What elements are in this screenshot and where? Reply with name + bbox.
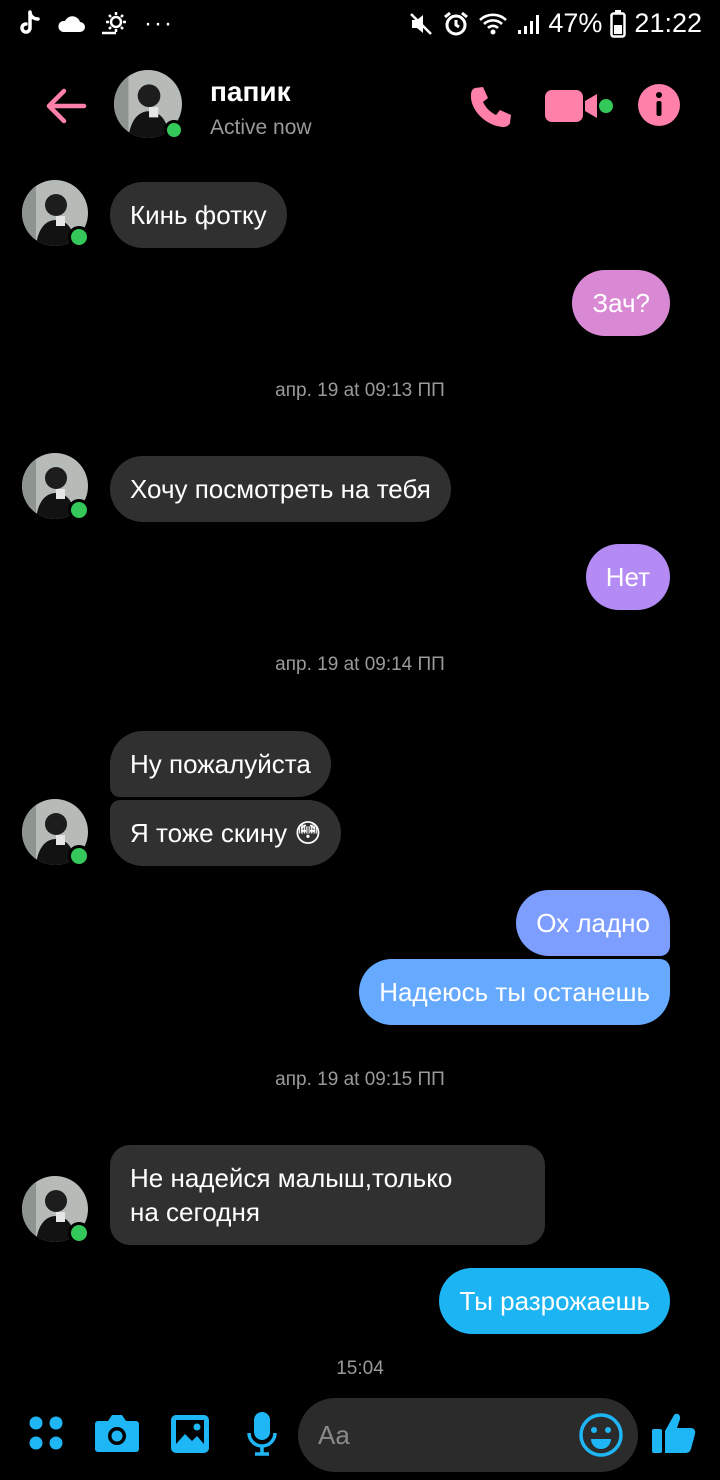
info-icon[interactable] xyxy=(637,83,681,127)
sender-avatar[interactable] xyxy=(22,1176,90,1244)
conversation-header: папик Active now xyxy=(0,60,720,150)
contact-avatar[interactable] xyxy=(114,70,184,140)
online-status-dot xyxy=(164,120,184,140)
status-bar: ··· 47% 21:22 xyxy=(0,0,720,52)
message-line: на сегодня xyxy=(130,1197,260,1227)
incoming-message[interactable]: Хочу посмотреть на тебя xyxy=(110,456,451,522)
timestamp: 15:04 xyxy=(336,1358,384,1379)
signal-icon xyxy=(518,14,540,34)
back-arrow-icon[interactable] xyxy=(42,82,90,130)
video-camera-icon[interactable] xyxy=(543,86,615,126)
timestamp: апр. 19 at 09:15 ПП xyxy=(275,1069,445,1090)
message-line: Не надейся малыш,только xyxy=(130,1163,453,1193)
incoming-message[interactable]: Не надейся малыш,только на сегодня xyxy=(110,1145,545,1245)
online-status-dot xyxy=(68,226,90,248)
incoming-message[interactable]: Кинь фотку xyxy=(110,182,287,248)
tiktok-icon xyxy=(20,10,40,34)
thumbs-up-icon[interactable] xyxy=(650,1409,698,1457)
contact-presence: Active now xyxy=(210,116,312,139)
message-composer: Aa xyxy=(0,1395,720,1475)
wifi-icon xyxy=(479,13,508,34)
emoji-icon[interactable] xyxy=(578,1412,624,1458)
weather-icon xyxy=(102,12,126,35)
contact-name[interactable]: папик xyxy=(210,76,291,108)
incoming-message[interactable]: Ну пожалуйста xyxy=(110,731,331,797)
cloud-icon xyxy=(58,16,85,32)
online-status-dot xyxy=(68,1222,90,1244)
timestamp: апр. 19 at 09:14 ПП xyxy=(275,654,445,675)
camera-icon[interactable] xyxy=(94,1413,140,1453)
timestamp: апр. 19 at 09:13 ПП xyxy=(275,380,445,401)
message-input[interactable]: Aa xyxy=(298,1398,638,1472)
battery-percent: 47% xyxy=(548,8,603,38)
battery-icon xyxy=(610,9,627,38)
sender-avatar[interactable] xyxy=(22,799,90,867)
clock: 21:22 xyxy=(634,8,702,38)
input-placeholder: Aa xyxy=(318,1420,350,1450)
outgoing-message[interactable]: Надеюсь ты останешь xyxy=(359,959,670,1025)
sender-avatar[interactable] xyxy=(22,453,90,521)
alarm-icon xyxy=(444,11,469,35)
outgoing-message[interactable]: Нет xyxy=(585,544,670,610)
gallery-icon[interactable] xyxy=(170,1414,210,1454)
apps-grid-icon[interactable] xyxy=(28,1415,64,1451)
online-status-dot xyxy=(68,845,90,867)
outgoing-message[interactable]: Ох ладно xyxy=(516,890,670,956)
mute-icon xyxy=(410,12,433,35)
microphone-icon[interactable] xyxy=(246,1411,278,1457)
incoming-message[interactable]: Я тоже скину 😳 xyxy=(110,800,342,866)
outgoing-message[interactable]: Ты разрожаешь xyxy=(439,1268,670,1334)
online-status-dot xyxy=(68,499,90,521)
phone-icon[interactable] xyxy=(466,84,512,130)
outgoing-message[interactable]: Зач? xyxy=(572,270,670,336)
more-notifications-icon: ··· xyxy=(144,10,174,37)
sender-avatar[interactable] xyxy=(22,180,90,248)
